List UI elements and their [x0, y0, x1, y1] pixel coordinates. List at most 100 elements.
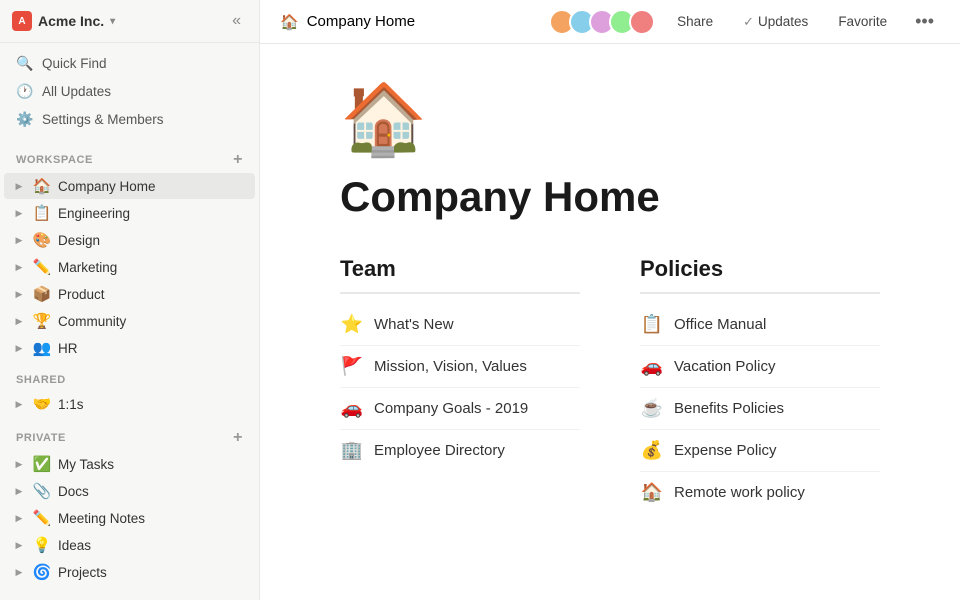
- updates-button[interactable]: ✓ Updates: [735, 10, 816, 34]
- clock-icon: 🕐: [16, 83, 34, 100]
- shared-section-header: SHARED: [0, 362, 259, 390]
- list-item-remote-work-policy[interactable]: 🏠 Remote work policy: [640, 472, 880, 513]
- sidebar-item-engineering[interactable]: ▶ 📋 Engineering: [4, 200, 255, 226]
- star-icon: ⭐: [340, 314, 364, 335]
- private-section-header: PRIVATE +: [0, 418, 259, 450]
- building-icon: 🏢: [340, 440, 364, 461]
- collaborator-avatars: [549, 9, 655, 35]
- item-emoji-marketing: ✏️: [32, 258, 52, 276]
- page-icon: 🏠: [340, 84, 880, 154]
- item-emoji-my-tasks: ✅: [32, 455, 52, 473]
- item-emoji-engineering: 📋: [32, 204, 52, 222]
- more-options-button[interactable]: •••: [909, 7, 940, 36]
- expand-arrow-icon: ▶: [12, 399, 26, 410]
- expand-arrow-icon: ▶: [12, 567, 26, 578]
- list-item-benefits-policies[interactable]: ☕ Benefits Policies: [640, 388, 880, 430]
- collapse-sidebar-button[interactable]: «: [226, 10, 247, 32]
- sidebar-item-my-tasks[interactable]: ▶ ✅ My Tasks: [4, 451, 255, 477]
- expand-arrow-icon: ▶: [12, 289, 26, 300]
- topbar-title: 🏠 Company Home: [280, 13, 415, 31]
- policies-column: Policies 📋 Office Manual 🚗 Vacation Poli…: [640, 256, 880, 513]
- team-column: Team ⭐ What's New 🚩 Mission, Vision, Val…: [340, 256, 580, 513]
- sidebar-item-ideas[interactable]: ▶ 💡 Ideas: [4, 532, 255, 558]
- topbar-page-title: Company Home: [307, 13, 415, 30]
- list-item-office-manual[interactable]: 📋 Office Manual: [640, 304, 880, 346]
- page-body: 🏠 Company Home Team ⭐ What's New 🚩 Missi…: [260, 44, 960, 573]
- sidebar-item-design[interactable]: ▶ 🎨 Design: [4, 227, 255, 253]
- list-item-whats-new[interactable]: ⭐ What's New: [340, 304, 580, 346]
- expand-arrow-icon: ▶: [12, 208, 26, 219]
- expand-arrow-icon: ▶: [12, 181, 26, 192]
- sidebar: A Acme Inc. ▾ « 🔍 Quick Find 🕐 All Updat…: [0, 0, 260, 600]
- expand-arrow-icon: ▶: [12, 513, 26, 524]
- team-column-header: Team: [340, 256, 580, 294]
- page-title: Company Home: [340, 174, 880, 220]
- item-emoji-1-1s: 🤝: [32, 395, 52, 413]
- policies-column-header: Policies: [640, 256, 880, 294]
- sidebar-item-company-home[interactable]: ▶ 🏠 Company Home: [4, 173, 255, 199]
- sidebar-item-all-updates[interactable]: 🕐 All Updates: [4, 78, 255, 105]
- item-emoji-projects: 🌀: [32, 563, 52, 581]
- private-items-list: ▶ ✅ My Tasks ▶ 📎 Docs ▶ ✏️ Meeting Notes…: [0, 450, 259, 586]
- item-emoji-company-home: 🏠: [32, 177, 52, 195]
- expand-arrow-icon: ▶: [12, 343, 26, 354]
- shared-items-list: ▶ 🤝 1:1s: [0, 390, 259, 418]
- sidebar-item-docs[interactable]: ▶ 📎 Docs: [4, 478, 255, 504]
- item-emoji-hr: 👥: [32, 339, 52, 357]
- sidebar-item-1-1s[interactable]: ▶ 🤝 1:1s: [4, 391, 255, 417]
- topbar-page-icon: 🏠: [280, 13, 299, 31]
- clipboard-icon: 📋: [640, 314, 664, 335]
- workspace-items-list: ▶ 🏠 Company Home ▶ 📋 Engineering ▶ 🎨 Des…: [0, 172, 259, 362]
- money-icon: 💰: [640, 440, 664, 461]
- item-emoji-product: 📦: [32, 285, 52, 303]
- expand-arrow-icon: ▶: [12, 540, 26, 551]
- car2-icon: 🚗: [640, 356, 664, 377]
- workspace-section-header: WORKSPACE +: [0, 140, 259, 172]
- sidebar-item-projects[interactable]: ▶ 🌀 Projects: [4, 559, 255, 585]
- item-emoji-docs: 📎: [32, 482, 52, 500]
- expand-arrow-icon: ▶: [12, 235, 26, 246]
- sidebar-item-product[interactable]: ▶ 📦 Product: [4, 281, 255, 307]
- sidebar-item-quick-find[interactable]: 🔍 Quick Find: [4, 50, 255, 77]
- list-item-company-goals-2019[interactable]: 🚗 Company Goals - 2019: [340, 388, 580, 430]
- add-workspace-button[interactable]: +: [233, 152, 243, 168]
- item-emoji-ideas: 💡: [32, 536, 52, 554]
- sidebar-top: A Acme Inc. ▾ «: [0, 0, 259, 43]
- list-item-vacation-policy[interactable]: 🚗 Vacation Policy: [640, 346, 880, 388]
- item-emoji-community: 🏆: [32, 312, 52, 330]
- item-emoji-meeting-notes: ✏️: [32, 509, 52, 527]
- add-private-button[interactable]: +: [233, 430, 243, 446]
- content-grid: Team ⭐ What's New 🚩 Mission, Vision, Val…: [340, 256, 880, 513]
- list-item-mission-vision-values[interactable]: 🚩 Mission, Vision, Values: [340, 346, 580, 388]
- sidebar-nav-section: 🔍 Quick Find 🕐 All Updates ⚙️ Settings &…: [0, 43, 259, 140]
- item-emoji-design: 🎨: [32, 231, 52, 249]
- sidebar-item-marketing[interactable]: ▶ ✏️ Marketing: [4, 254, 255, 280]
- avatar: [629, 9, 655, 35]
- sidebar-item-community[interactable]: ▶ 🏆 Community: [4, 308, 255, 334]
- topbar: 🏠 Company Home Share ✓ Updates Favorite …: [260, 0, 960, 44]
- search-icon: 🔍: [16, 55, 34, 72]
- list-item-employee-directory[interactable]: 🏢 Employee Directory: [340, 430, 580, 471]
- topbar-actions: Share ✓ Updates Favorite •••: [549, 7, 940, 36]
- workspace-label: Acme Inc.: [38, 13, 104, 29]
- main-content: 🏠 Company Home Share ✓ Updates Favorite …: [260, 0, 960, 600]
- share-button[interactable]: Share: [669, 10, 721, 33]
- coffee-icon: ☕: [640, 398, 664, 419]
- chevron-down-icon: ▾: [110, 16, 115, 27]
- sidebar-item-settings-members[interactable]: ⚙️ Settings & Members: [4, 106, 255, 133]
- expand-arrow-icon: ▶: [12, 459, 26, 470]
- list-item-expense-policy[interactable]: 💰 Expense Policy: [640, 430, 880, 472]
- car-icon: 🚗: [340, 398, 364, 419]
- expand-arrow-icon: ▶: [12, 262, 26, 273]
- flag-icon: 🚩: [340, 356, 364, 377]
- workspace-icon: A: [12, 11, 32, 31]
- favorite-button[interactable]: Favorite: [830, 10, 895, 33]
- expand-arrow-icon: ▶: [12, 316, 26, 327]
- sidebar-item-hr[interactable]: ▶ 👥 HR: [4, 335, 255, 361]
- expand-arrow-icon: ▶: [12, 486, 26, 497]
- gear-icon: ⚙️: [16, 111, 34, 128]
- house-icon: 🏠: [640, 482, 664, 503]
- check-icon: ✓: [743, 14, 754, 30]
- workspace-name[interactable]: A Acme Inc. ▾: [12, 11, 115, 31]
- sidebar-item-meeting-notes[interactable]: ▶ ✏️ Meeting Notes: [4, 505, 255, 531]
